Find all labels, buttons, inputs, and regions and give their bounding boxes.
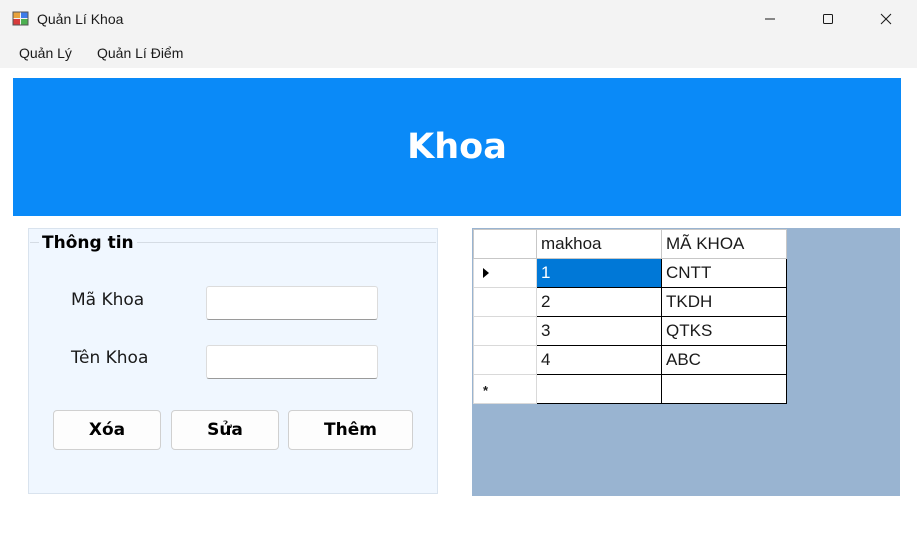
ma-khoa-label: Mã Khoa [71, 290, 145, 310]
ten-khoa-label: Tên Khoa [71, 348, 149, 368]
add-button[interactable]: Thêm [288, 410, 413, 450]
close-button[interactable] [857, 0, 915, 38]
groupbox-title: Thông tin [39, 233, 137, 253]
window-title: Quản Lí Khoa [37, 11, 124, 27]
page-title: Khoa [407, 127, 507, 167]
menu-bar: Quản Lý Quản Lí Điểm [0, 38, 917, 68]
ma-khoa-input[interactable] [206, 286, 378, 320]
column-header-makhoa[interactable]: makhoa [536, 229, 662, 259]
current-row-arrow-icon [483, 268, 489, 278]
edit-button[interactable]: Sửa [171, 410, 279, 450]
data-grid-table: makhoa MÃ KHOA 1 CNTT 2 TKDH 3 QTKS 4 AB… [473, 229, 787, 404]
row-header[interactable]: * [473, 374, 537, 404]
maximize-icon [823, 14, 833, 24]
close-icon [880, 13, 892, 25]
table-row[interactable]: 4 ABC [473, 345, 787, 375]
grid-corner-header[interactable] [473, 229, 537, 259]
data-grid[interactable]: makhoa MÃ KHOA 1 CNTT 2 TKDH 3 QTKS 4 AB… [472, 228, 900, 496]
row-header[interactable] [473, 316, 537, 346]
maximize-button[interactable] [799, 0, 857, 38]
grid-cell[interactable]: 3 [536, 316, 662, 346]
delete-button[interactable]: Xóa [53, 410, 161, 450]
grid-cell[interactable]: 4 [536, 345, 662, 375]
table-row[interactable]: 1 CNTT [473, 258, 787, 288]
menu-item-quan-li-diem[interactable]: Quản Lí Điểm [97, 45, 183, 61]
row-header[interactable] [473, 258, 537, 288]
column-header-ma-khoa[interactable]: MÃ KHOA [661, 229, 787, 259]
grid-cell[interactable]: 1 [536, 258, 662, 288]
minimize-icon [765, 18, 775, 20]
info-groupbox: Thông tin Mã Khoa Tên Khoa Xóa Sửa Thêm [28, 228, 438, 494]
grid-cell[interactable]: ABC [661, 345, 787, 375]
new-row-marker: * [483, 383, 489, 398]
grid-cell[interactable]: QTKS [661, 316, 787, 346]
title-bar: Quản Lí Khoa [0, 0, 917, 38]
client-area: Khoa Thông tin Mã Khoa Tên Khoa Xóa Sửa … [0, 68, 917, 536]
minimize-button[interactable] [741, 0, 799, 38]
table-row[interactable]: 2 TKDH [473, 287, 787, 317]
app-icon [12, 11, 29, 26]
grid-cell[interactable]: CNTT [661, 258, 787, 288]
row-header[interactable] [473, 345, 537, 375]
menu-item-quan-ly[interactable]: Quản Lý [19, 45, 72, 61]
grid-cell-new[interactable] [536, 374, 662, 404]
grid-header-row: makhoa MÃ KHOA [473, 229, 787, 259]
table-row[interactable]: 3 QTKS [473, 316, 787, 346]
grid-cell-new[interactable] [661, 374, 787, 404]
grid-cell[interactable]: TKDH [661, 287, 787, 317]
new-row[interactable]: * [473, 374, 787, 404]
grid-cell[interactable]: 2 [536, 287, 662, 317]
ten-khoa-input[interactable] [206, 345, 378, 379]
header-banner: Khoa [13, 78, 901, 216]
row-header[interactable] [473, 287, 537, 317]
